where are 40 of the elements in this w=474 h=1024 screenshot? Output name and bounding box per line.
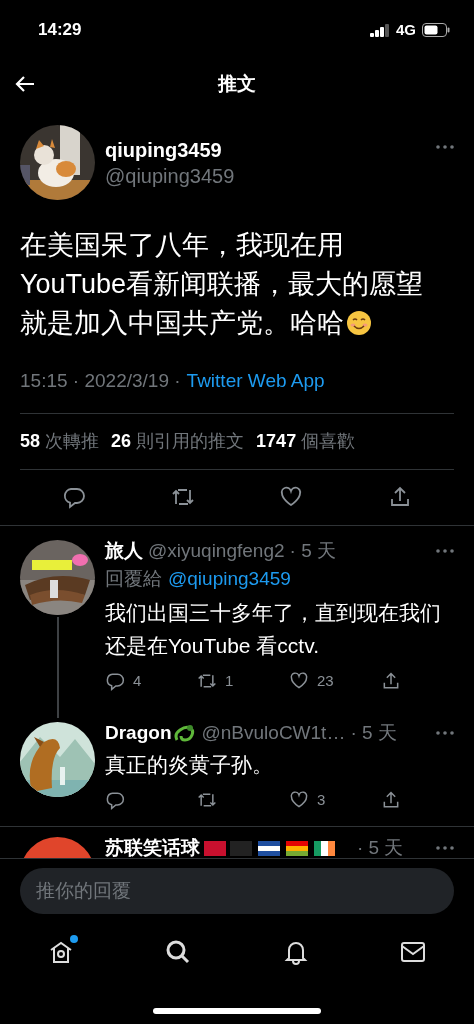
display-name[interactable]: 旅人	[105, 537, 143, 564]
display-name[interactable]: qiuping3459	[105, 136, 426, 163]
reply-to-label: 回覆給	[105, 566, 162, 591]
status-time: 14:29	[38, 19, 82, 42]
more-icon[interactable]	[436, 548, 454, 553]
heart-icon[interactable]	[279, 485, 304, 509]
smiling-face-icon	[346, 310, 372, 336]
engagement-stat[interactable]: 1747 個喜歡	[256, 427, 356, 455]
post-age: · 5 天	[350, 721, 397, 745]
more-icon[interactable]	[436, 845, 454, 850]
action-count: 4	[133, 670, 142, 691]
user-handle[interactable]: @xiyuqingfeng2	[148, 537, 285, 564]
reply-text: 真正的炎黄子孙。	[105, 752, 274, 778]
tweet-timestamp: 15:15 · 2022/3/19 ·	[20, 369, 181, 393]
more-icon[interactable]	[436, 145, 454, 149]
reply-icon[interactable]	[62, 485, 86, 509]
heart-icon[interactable]	[289, 670, 309, 691]
engagement-stat[interactable]: 26 則引用的推文	[111, 427, 245, 455]
reply-icon[interactable]	[105, 790, 125, 811]
post-age: · 5 天	[357, 835, 404, 858]
battery-icon	[422, 23, 450, 37]
action-count: 23	[317, 670, 334, 691]
reply-input[interactable]: 推你的回覆	[20, 868, 454, 914]
user-handle[interactable]: @nBvuloCW1t…	[201, 720, 346, 746]
tweet-text: 在美国呆了八年，我现在用YouTube看新闻联播，最大的愿望就是加入中国共产党。哈哈	[20, 229, 425, 340]
mention-link[interactable]: @qiuping3459	[168, 563, 291, 594]
source-link[interactable]: Twitter Web App	[186, 367, 325, 396]
action-count: 3	[317, 790, 326, 810]
network-label: 4G	[396, 19, 416, 40]
engagement-stat[interactable]: 58 次轉推	[20, 427, 100, 455]
action-count: 1	[225, 670, 234, 691]
more-icon[interactable]	[436, 731, 454, 735]
user-handle[interactable]: @qiuping3459	[105, 162, 426, 189]
signal-icon	[370, 23, 390, 37]
reply-text: 我们出国三十多年了，直到现在我们还是在YouTube 看cctv.	[105, 599, 442, 659]
post-age: · 5 天	[289, 538, 336, 563]
display-name[interactable]: 苏联笑话球	[105, 834, 200, 858]
share-icon[interactable]	[381, 670, 401, 691]
display-name[interactable]: Dragon	[105, 720, 172, 746]
page-title: 推文	[218, 71, 256, 96]
